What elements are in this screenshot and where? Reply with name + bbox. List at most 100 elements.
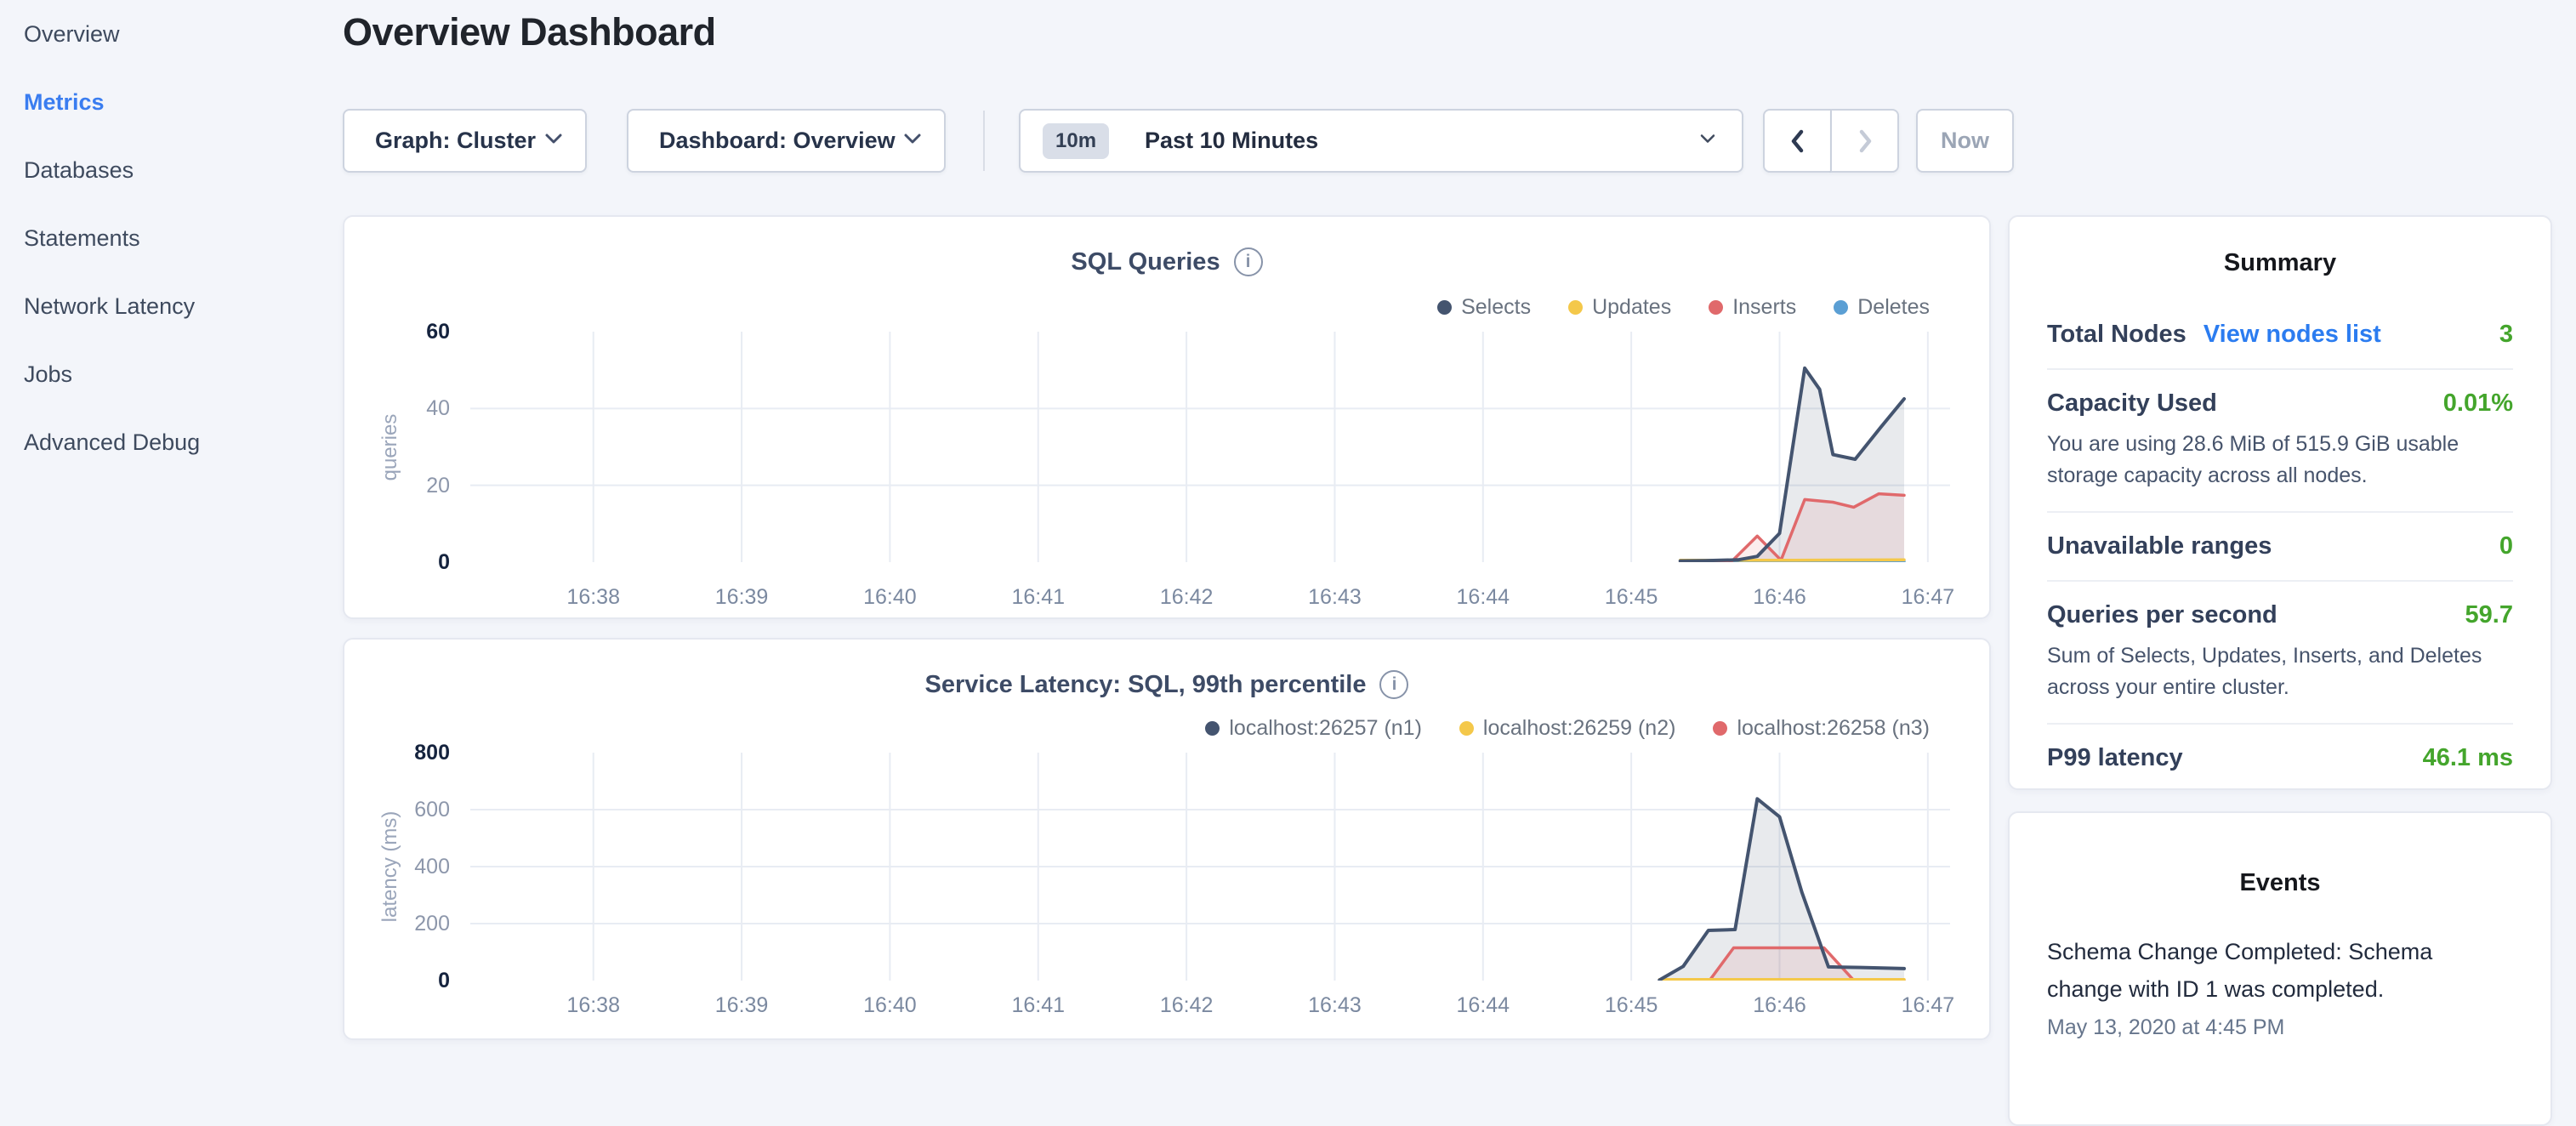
- sidebar-item-overview[interactable]: Overview: [0, 0, 340, 68]
- legend-label: localhost:26259 (n2): [1483, 716, 1676, 741]
- service-latency-chart-panel: Service Latency: SQL, 99th percentile i …: [343, 638, 1991, 1040]
- summary-row-value: 46.1 ms: [2423, 744, 2513, 772]
- summary-row-label: Unavailable ranges: [2047, 532, 2272, 560]
- legend-dot: [1459, 721, 1474, 736]
- x-tick-label: 16:38: [547, 992, 640, 1018]
- sidebar-item-jobs[interactable]: Jobs: [0, 340, 340, 408]
- chart-title: Service Latency: SQL, 99th percentile: [925, 671, 1367, 699]
- sidebar-item-statements[interactable]: Statements: [0, 204, 340, 272]
- summary-panel: Summary Total NodesView nodes list3Capac…: [2008, 215, 2552, 790]
- summary-row-head: P99 latency 46.1 ms: [2047, 744, 2513, 772]
- x-tick-label: 16:42: [1140, 992, 1233, 1018]
- x-tick-label: 16:44: [1436, 584, 1530, 610]
- previous-time-button[interactable]: [1763, 109, 1831, 173]
- sidebar-item-advanced-debug[interactable]: Advanced Debug: [0, 408, 340, 476]
- now-button[interactable]: Now: [1916, 109, 2014, 173]
- chart-plot-area: [470, 753, 1950, 981]
- chart-svg: [470, 753, 1950, 981]
- legend-label: Selects: [1461, 295, 1531, 320]
- legend-item-deletes[interactable]: Deletes: [1834, 295, 1930, 320]
- legend-dot: [1709, 300, 1723, 315]
- summary-row-capacity-used: Capacity Used 0.01% You are using 28.6 MiB…: [2047, 370, 2513, 513]
- chevron-down-icon: [544, 133, 563, 150]
- legend-dot: [1205, 721, 1220, 736]
- legend-item-updates[interactable]: Updates: [1568, 295, 1671, 320]
- chart-legend: localhost:26257 (n1) localhost:26259 (n2)…: [1205, 716, 1930, 741]
- info-icon[interactable]: i: [1379, 670, 1408, 699]
- dashboard-dropdown[interactable]: Dashboard: Overview: [627, 109, 946, 173]
- x-tick-label: 16:39: [695, 992, 788, 1018]
- legend-item-localhost-26259-n2[interactable]: localhost:26259 (n2): [1459, 716, 1676, 741]
- y-tick-label: 20: [348, 473, 450, 498]
- legend-label: Deletes: [1857, 295, 1930, 320]
- legend-dot: [1834, 300, 1848, 315]
- chevron-down-icon: [903, 133, 922, 150]
- x-tick-label: 16:40: [843, 992, 936, 1018]
- graph-dropdown[interactable]: Graph: Cluster: [343, 109, 587, 173]
- summary-row-head: Total Nodes View nodes list 3: [2047, 321, 2513, 349]
- y-tick-label: 600: [348, 797, 450, 822]
- summary-row-head: Capacity Used 0.01%: [2047, 390, 2513, 418]
- summary-row-label: P99 latency: [2047, 744, 2183, 772]
- summary-row-label: Capacity Used: [2047, 390, 2217, 418]
- summary-row-label: Queries per second: [2047, 601, 2277, 629]
- chart-plot-area: [470, 332, 1950, 562]
- x-tick-label: 16:44: [1436, 992, 1530, 1018]
- graph-dropdown-label: Graph: Cluster: [375, 128, 536, 154]
- summary-row-unavailable-ranges: Unavailable ranges 0: [2047, 513, 2513, 582]
- y-tick-label: 400: [348, 854, 450, 879]
- legend-item-selects[interactable]: Selects: [1437, 295, 1531, 320]
- y-tick-label: 0: [348, 968, 450, 993]
- summary-row-value: 59.7: [2465, 601, 2513, 629]
- chart-legend: Selects Updates Inserts Deletes: [1437, 295, 1930, 320]
- events-panel: Events Schema Change Completed: Schema c…: [2008, 811, 2552, 1126]
- summary-row-label: Total Nodes: [2047, 321, 2186, 349]
- legend-label: localhost:26257 (n1): [1229, 716, 1422, 741]
- y-tick-label: 60: [348, 319, 450, 344]
- summary-row-description: You are using 28.6 MiB of 515.9 GiB usab…: [2047, 429, 2513, 492]
- y-tick-label: 800: [348, 740, 450, 765]
- sql-queries-chart-panel: SQL Queries i Selects Updates Inserts Delet…: [343, 215, 1991, 619]
- dashboard-dropdown-label: Dashboard: Overview: [659, 128, 896, 154]
- event-item[interactable]: Schema Change Completed: Schema change w…: [2047, 933, 2513, 1040]
- legend-item-inserts[interactable]: Inserts: [1709, 295, 1796, 320]
- x-tick-label: 16:43: [1288, 992, 1381, 1018]
- y-axis-label: queries: [378, 413, 402, 481]
- chart-svg: [470, 332, 1950, 562]
- chart-title: SQL Queries: [1071, 248, 1220, 276]
- info-icon[interactable]: i: [1234, 247, 1263, 276]
- summary-row-p99-latency: P99 latency 46.1 ms: [2047, 725, 2513, 792]
- x-tick-label: 16:45: [1584, 584, 1678, 610]
- time-window-label: Past 10 Minutes: [1145, 128, 1318, 154]
- summary-row-link[interactable]: View nodes list: [2204, 321, 2381, 349]
- summary-row-total-nodes: Total Nodes View nodes list 3: [2047, 301, 2513, 370]
- x-tick-label: 16:47: [1881, 584, 1975, 610]
- summary-row-value: 0.01%: [2443, 390, 2513, 418]
- sidebar-item-network-latency[interactable]: Network Latency: [0, 272, 340, 340]
- event-timestamp: May 13, 2020 at 4:45 PM: [2047, 1015, 2513, 1040]
- controls-divider: [983, 111, 985, 171]
- summary-row-value: 3: [2499, 321, 2513, 349]
- sidebar-item-metrics[interactable]: Metrics: [0, 68, 340, 136]
- legend-item-localhost-26257-n1[interactable]: localhost:26257 (n1): [1205, 716, 1422, 741]
- legend-dot: [1437, 300, 1452, 315]
- summary-row-description: Sum of Selects, Updates, Inserts, and De…: [2047, 640, 2513, 703]
- next-time-button[interactable]: [1831, 109, 1899, 173]
- legend-label: Updates: [1592, 295, 1671, 320]
- legend-label: localhost:26258 (n3): [1737, 716, 1930, 741]
- x-tick-label: 16:43: [1288, 584, 1381, 610]
- event-text: Schema Change Completed: Schema change w…: [2047, 933, 2513, 1008]
- chevron-down-icon: [1699, 134, 1716, 149]
- summary-row-head: Queries per second 59.7: [2047, 601, 2513, 629]
- time-window-select[interactable]: 10m Past 10 Minutes: [1019, 109, 1743, 173]
- x-tick-label: 16:46: [1732, 584, 1826, 610]
- summary-row-value: 0: [2499, 532, 2513, 560]
- sidebar-item-databases[interactable]: Databases: [0, 136, 340, 204]
- events-list: Schema Change Completed: Schema change w…: [2047, 933, 2513, 1040]
- summary-row-queries-per-second: Queries per second 59.7 Sum of Selects, Up…: [2047, 582, 2513, 725]
- legend-item-localhost-26258-n3[interactable]: localhost:26258 (n3): [1713, 716, 1930, 741]
- x-tick-label: 16:46: [1732, 992, 1826, 1018]
- legend-dot: [1713, 721, 1727, 736]
- x-tick-label: 16:42: [1140, 584, 1233, 610]
- summary-rows: Total Nodes View nodes list 3 Capacity Used…: [2047, 301, 2513, 792]
